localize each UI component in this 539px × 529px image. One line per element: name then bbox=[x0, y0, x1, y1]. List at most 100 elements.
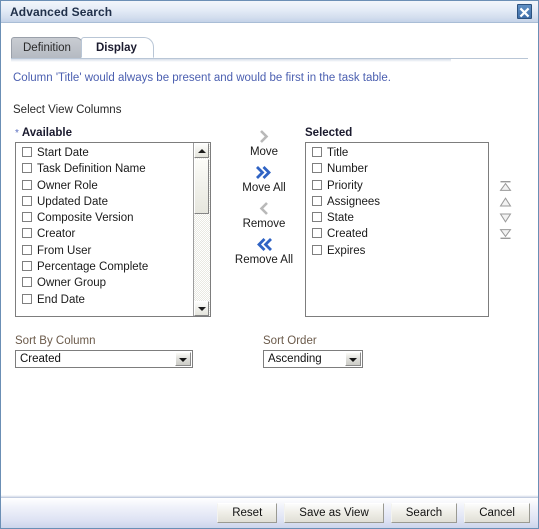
required-marker: * bbox=[15, 128, 19, 139]
checkbox-icon[interactable] bbox=[312, 244, 322, 255]
chevron-double-right-icon[interactable] bbox=[227, 166, 301, 181]
sort-by-column-value: Created bbox=[20, 353, 61, 365]
list-item[interactable]: Created bbox=[306, 226, 488, 242]
save-as-view-button[interactable]: Save as View bbox=[284, 503, 384, 523]
checkbox-icon[interactable] bbox=[312, 228, 322, 239]
list-item-label: Assignees bbox=[327, 195, 381, 208]
checkbox-icon[interactable] bbox=[22, 195, 32, 206]
chevron-down-icon[interactable] bbox=[345, 352, 361, 366]
checkbox-icon[interactable] bbox=[22, 244, 32, 255]
available-header-label: Available bbox=[21, 127, 72, 139]
checkbox-icon[interactable] bbox=[22, 277, 32, 288]
list-item[interactable]: End Date bbox=[16, 292, 210, 308]
move-to-top-button[interactable] bbox=[495, 179, 515, 193]
list-item[interactable]: State bbox=[306, 210, 488, 226]
remove-all-button-label[interactable]: Remove All bbox=[227, 253, 301, 268]
list-item-label: Task Definition Name bbox=[37, 163, 146, 176]
list-item[interactable]: Assignees bbox=[306, 194, 488, 210]
sort-order-group: Sort Order Ascending bbox=[263, 335, 363, 368]
list-item[interactable]: Updated Date bbox=[16, 194, 210, 210]
list-item[interactable]: Number bbox=[306, 161, 488, 177]
checkbox-icon[interactable] bbox=[22, 147, 32, 157]
checkbox-icon[interactable] bbox=[22, 179, 32, 190]
remove-button[interactable]: Remove bbox=[227, 202, 301, 232]
list-item-label: Owner Group bbox=[37, 277, 107, 290]
move-all-button[interactable]: Move All bbox=[227, 166, 301, 196]
list-item[interactable]: From User bbox=[16, 243, 210, 259]
move-to-bottom-button[interactable] bbox=[495, 227, 515, 241]
checkbox-icon[interactable] bbox=[22, 228, 32, 239]
list-item[interactable]: Creator bbox=[16, 226, 210, 242]
move-up-button[interactable] bbox=[495, 195, 515, 209]
tab-definition-label: Definition bbox=[23, 42, 71, 54]
chevron-right-icon[interactable] bbox=[227, 130, 301, 145]
tab-display[interactable]: Display bbox=[80, 37, 154, 58]
available-listbox[interactable]: Start Date Task Definition Name Owner Ro… bbox=[15, 142, 211, 317]
dialog-footer: Reset Save as View Search Cancel bbox=[1, 497, 538, 528]
sort-controls: Sort By Column Created Sort Order Ascend… bbox=[13, 335, 526, 377]
section-label: Select View Columns bbox=[13, 104, 122, 116]
list-item[interactable]: Expires bbox=[306, 243, 488, 259]
reset-button[interactable]: Reset bbox=[217, 503, 278, 523]
list-item-label: State bbox=[327, 212, 354, 225]
checkbox-icon[interactable] bbox=[312, 147, 322, 157]
list-item[interactable]: Owner Role bbox=[16, 178, 210, 194]
cancel-button[interactable]: Cancel bbox=[464, 503, 530, 523]
checkbox-icon[interactable] bbox=[22, 261, 32, 272]
list-item-label: Percentage Complete bbox=[37, 261, 149, 274]
checkbox-icon[interactable] bbox=[312, 163, 322, 174]
remove-button-label[interactable]: Remove bbox=[227, 217, 301, 232]
dialog-titlebar: Advanced Search bbox=[1, 1, 538, 23]
list-item[interactable]: Percentage Complete bbox=[16, 259, 210, 275]
sort-by-column-select[interactable]: Created bbox=[15, 350, 193, 368]
list-item[interactable]: Composite Version bbox=[16, 210, 210, 226]
list-item-label: Updated Date bbox=[37, 195, 108, 208]
list-item-label: Created bbox=[327, 228, 368, 241]
scroll-up-icon[interactable] bbox=[194, 143, 209, 158]
move-down-button[interactable] bbox=[495, 211, 515, 225]
selected-header: Selected bbox=[305, 127, 353, 139]
list-item[interactable]: Title bbox=[306, 145, 488, 161]
list-item-label: Start Date bbox=[37, 147, 89, 159]
sort-order-value: Ascending bbox=[268, 353, 322, 365]
sort-order-select[interactable]: Ascending bbox=[263, 350, 363, 368]
chevron-down-icon[interactable] bbox=[175, 352, 191, 366]
list-item-label: End Date bbox=[37, 293, 85, 306]
remove-all-button[interactable]: Remove All bbox=[227, 238, 301, 268]
move-button[interactable]: Move bbox=[227, 130, 301, 160]
advanced-search-dialog: Advanced Search Definition Display Colum… bbox=[0, 0, 539, 529]
list-item[interactable]: Owner Group bbox=[16, 275, 210, 291]
chevron-double-left-icon[interactable] bbox=[227, 238, 301, 253]
triangle-up-icon bbox=[499, 197, 511, 207]
selected-pane: Selected Title Number Priority Assignees… bbox=[305, 127, 489, 317]
checkbox-icon[interactable] bbox=[312, 212, 322, 223]
triangle-down-bar-icon bbox=[499, 229, 511, 239]
triangle-down-icon bbox=[499, 213, 511, 223]
search-button[interactable]: Search bbox=[390, 503, 458, 523]
tab-definition[interactable]: Definition bbox=[11, 37, 84, 58]
list-item[interactable]: Priority bbox=[306, 178, 488, 194]
tab-shadow bbox=[11, 59, 451, 62]
selected-listbox[interactable]: Title Number Priority Assignees State Cr… bbox=[305, 142, 489, 317]
sort-order-label: Sort Order bbox=[263, 335, 317, 347]
list-item-label: Composite Version bbox=[37, 212, 134, 225]
list-item[interactable]: Task Definition Name bbox=[16, 161, 210, 177]
checkbox-icon[interactable] bbox=[312, 179, 322, 190]
list-item[interactable]: Start Date bbox=[16, 145, 210, 161]
chevron-left-icon[interactable] bbox=[227, 202, 301, 217]
dialog-body: Column 'Title' would always be present a… bbox=[1, 72, 538, 377]
scrollbar-thumb[interactable] bbox=[194, 159, 209, 214]
move-all-button-label[interactable]: Move All bbox=[227, 181, 301, 196]
dialog-title: Advanced Search bbox=[10, 5, 113, 19]
checkbox-icon[interactable] bbox=[312, 195, 322, 206]
selected-items: Title Number Priority Assignees State Cr… bbox=[306, 145, 488, 259]
checkbox-icon[interactable] bbox=[22, 163, 32, 174]
checkbox-icon[interactable] bbox=[22, 212, 32, 223]
triangle-up-bar-icon bbox=[499, 181, 511, 191]
checkbox-icon[interactable] bbox=[22, 293, 32, 304]
move-button-label[interactable]: Move bbox=[227, 145, 301, 160]
list-item-label: From User bbox=[37, 244, 92, 257]
scroll-down-icon[interactable] bbox=[194, 301, 209, 316]
available-scrollbar[interactable] bbox=[193, 143, 210, 316]
close-icon[interactable] bbox=[517, 4, 532, 19]
